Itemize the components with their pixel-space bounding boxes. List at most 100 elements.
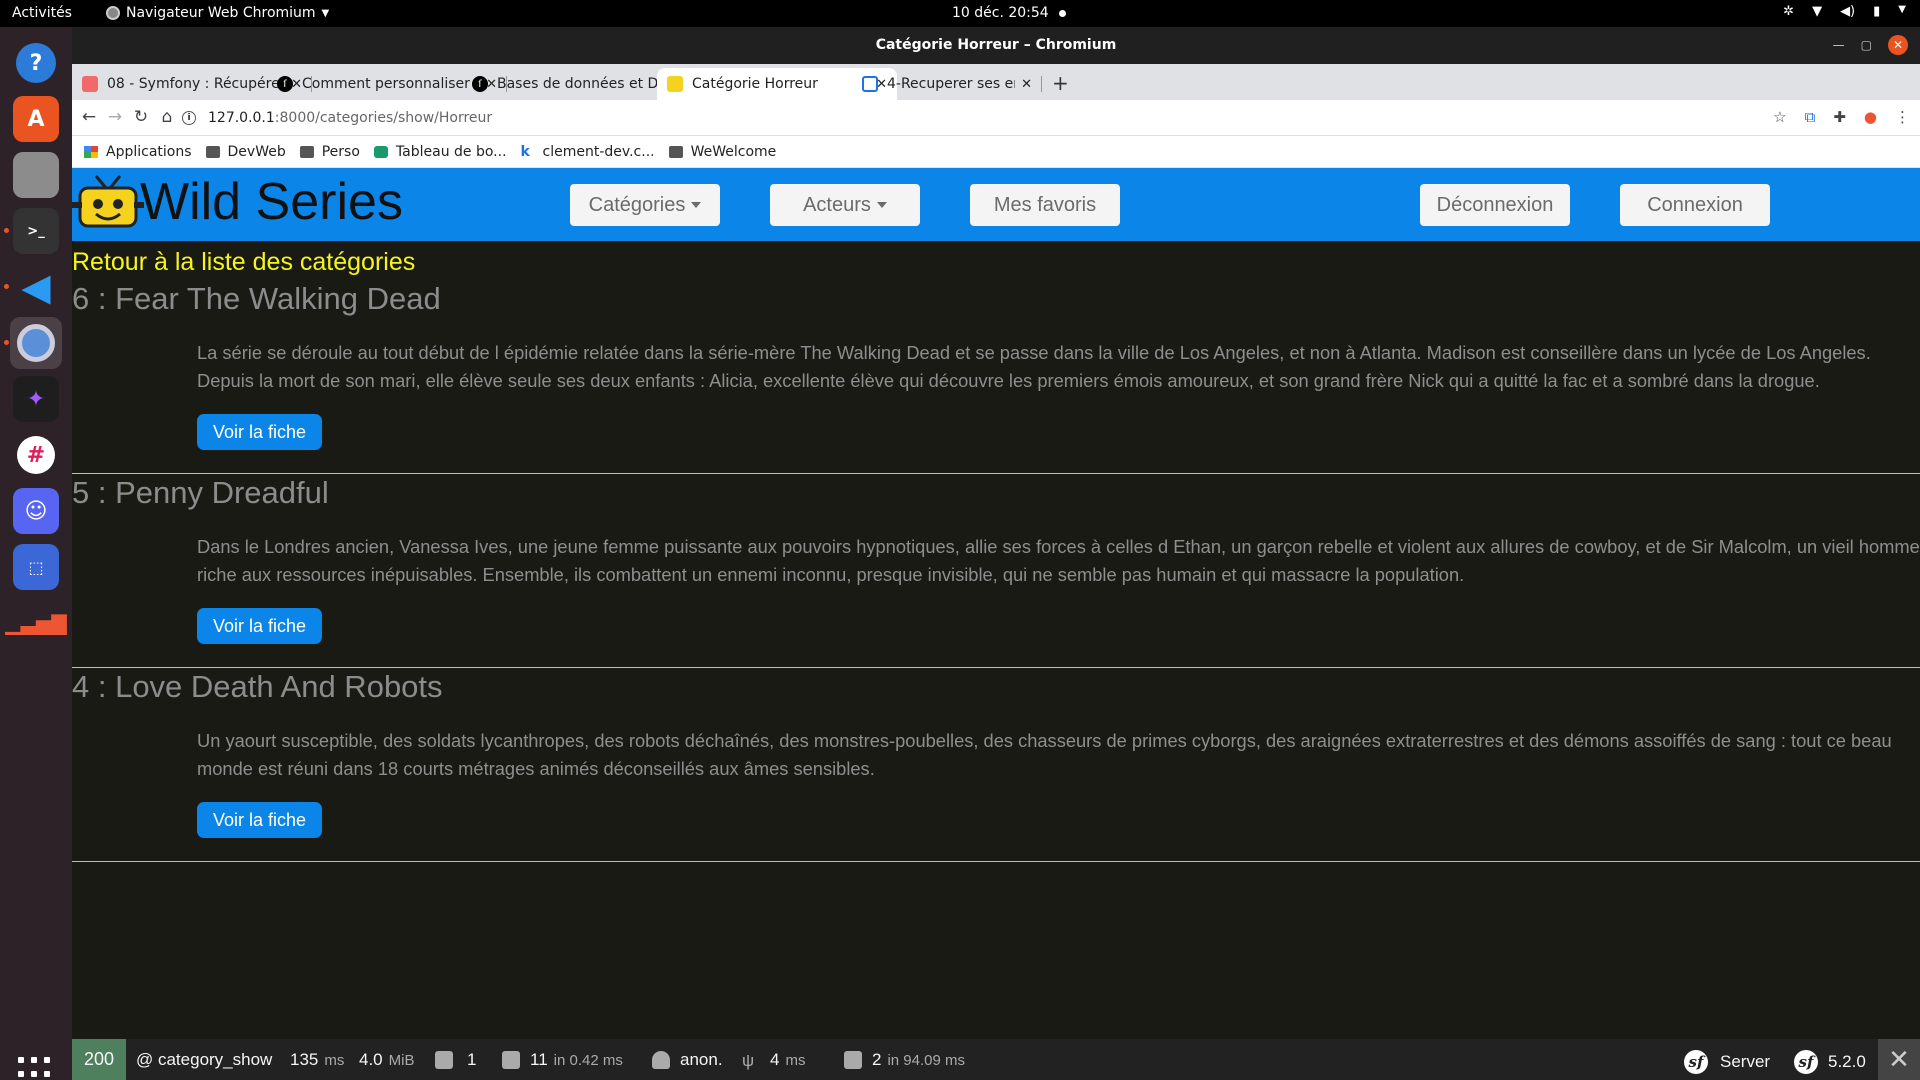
translate-icon[interactable]: ⧉ [1805, 108, 1816, 126]
status-code-badge[interactable]: 200 [72, 1039, 126, 1080]
categories-dropdown[interactable]: Catégories [570, 184, 720, 226]
database-panel[interactable]: 2 in 94.09 ms [844, 1050, 965, 1070]
dock-terminal[interactable]: >_ [4, 205, 62, 257]
recording-dot-icon [1058, 9, 1066, 17]
symfony-icon: sf [1794, 1050, 1818, 1074]
clock-label: 10 déc. 20:54 [952, 5, 1049, 21]
favorites-button[interactable]: Mes favoris [970, 184, 1120, 226]
app-menu[interactable]: Navigateur Web Chromium ▼ [106, 5, 329, 21]
cache-panel[interactable]: 11 in 0.42 ms [502, 1050, 623, 1070]
dock-screenshot[interactable]: ⬚ [10, 541, 62, 593]
cache-layers-icon [502, 1051, 520, 1069]
bookmark-perso[interactable]: Perso [299, 143, 360, 160]
view-serie-button[interactable]: Voir la fiche [197, 414, 322, 450]
dock-slack[interactable]: # [10, 429, 62, 481]
tab-label: Catégorie Horreur [692, 76, 818, 92]
extensions-icon[interactable]: ✚ [1833, 108, 1846, 126]
twig-value: 4 [770, 1050, 780, 1069]
wifi-icon: ▼ [1812, 4, 1823, 19]
login-button[interactable]: Connexion [1620, 184, 1770, 226]
apps-grid-icon [84, 145, 98, 158]
folder-icon [668, 145, 683, 158]
version-label: 5.2.0 [1828, 1052, 1866, 1071]
terminal-icon: >_ [13, 208, 59, 254]
view-serie-button[interactable]: Voir la fiche [197, 802, 322, 838]
back-to-categories-link[interactable]: Retour à la liste des catégories [72, 248, 415, 277]
dock-discord[interactable]: ☺ [10, 485, 62, 537]
serie-card: 4 : Love Death And Robots Un yaourt susc… [72, 669, 1920, 862]
db-unit: in 94.09 ms [887, 1051, 966, 1069]
home-icon[interactable]: ⌂ [150, 107, 184, 127]
network-settings-icon: ✲ [1783, 4, 1795, 19]
logs-panel[interactable]: 1 [435, 1050, 476, 1070]
clock[interactable]: 10 déc. 20:54 [952, 5, 1066, 21]
show-applications-icon[interactable] [18, 1057, 52, 1080]
nav-label: Mes favoris [993, 193, 1097, 216]
menu-kebab-icon[interactable]: ⋮ [1895, 108, 1910, 126]
files-icon [13, 152, 59, 198]
time-unit: ms [324, 1051, 345, 1069]
logs-count: 1 [467, 1050, 477, 1069]
battery-icon: ▮ [1873, 4, 1881, 19]
bookmark-label: Perso [321, 143, 360, 160]
profile-avatar-icon[interactable]: ● [1864, 108, 1877, 126]
site-info-icon[interactable]: i [182, 111, 196, 125]
dock-vscode[interactable]: ◀ [4, 261, 62, 313]
slack-icon: # [17, 436, 55, 474]
serie-summary: Un yaourt susceptible, des soldats lycan… [197, 730, 1892, 779]
database-icon [844, 1051, 862, 1069]
dock-help[interactable]: ? [10, 37, 62, 89]
figma-icon: ✦ [13, 376, 59, 422]
memory-panel[interactable]: 4.0 MiB [359, 1050, 414, 1070]
twig-icon: ψ [742, 1051, 755, 1070]
vscode-icon: ◀ [21, 265, 51, 309]
bookmark-tableau[interactable]: Tableau de bo... [373, 144, 507, 160]
maximize-icon[interactable]: ▢ [1861, 38, 1872, 52]
close-window-icon[interactable]: ✕ [1888, 35, 1908, 55]
security-panel[interactable]: anon. [652, 1050, 723, 1070]
view-serie-button[interactable]: Voir la fiche [197, 608, 322, 644]
close-toolbar-icon[interactable]: ✕ [1878, 1039, 1920, 1080]
tab-label: 4-Recuperer ses entités - S [887, 76, 1015, 92]
new-tab-icon[interactable]: + [1052, 71, 1069, 95]
tab-recuperer-entites[interactable]: 4-Recuperer ses entités - S ✕ [852, 68, 1042, 100]
bookmark-applications[interactable]: Applications [84, 144, 192, 160]
serie-card: 5 : Penny Dreadful Dans le Londres ancie… [72, 475, 1920, 668]
bookmark-star-icon[interactable]: ☆ [1773, 108, 1786, 126]
activities-button[interactable]: Activités [12, 5, 72, 21]
dock-chromium[interactable] [4, 317, 62, 369]
ubuntu-dock: ? A >_ ◀ ✦ # ☺ ⬚ ▁▃▅▇ [0, 27, 72, 1080]
nav-label: Déconnexion [1436, 193, 1554, 216]
time-panel[interactable]: 135 ms [290, 1050, 344, 1070]
twig-panel[interactable]: ψ 4 ms [742, 1050, 805, 1070]
web-page: Wild Series Catégories Acteurs Mes favor… [72, 168, 1920, 1061]
site-logo[interactable]: Wild Series [72, 172, 403, 232]
bookmarks-bar: Applications DevWeb Perso Tableau de bo.… [72, 136, 1920, 168]
symfony-icon: ſ [277, 76, 293, 92]
window-controls: — ▢ ✕ [1833, 35, 1908, 55]
window-title: Catégorie Horreur – Chromium [875, 37, 1117, 53]
bookmark-clement-dev[interactable]: k clement-dev.c... [521, 144, 655, 160]
actors-dropdown[interactable]: Acteurs [770, 184, 920, 226]
serie-heading: 6 : Fear The Walking Dead [72, 281, 441, 316]
user-icon [652, 1051, 670, 1069]
folder-icon [205, 145, 220, 158]
route-info[interactable]: @ category_show [136, 1050, 272, 1070]
address-bar[interactable]: i 127.0.0.1:8000/categories/show/Horreur [182, 103, 1802, 133]
time-value: 135 [290, 1050, 319, 1069]
system-tray[interactable]: ✲ ▼ ◀) ▮ ▼ [1783, 4, 1906, 19]
server-panel[interactable]: sf Server [1684, 1050, 1770, 1074]
bookmark-devweb[interactable]: DevWeb [205, 144, 286, 160]
chevron-down-icon: ▼ [321, 7, 330, 19]
dock-figma[interactable]: ✦ [10, 373, 62, 425]
minimize-icon[interactable]: — [1833, 38, 1845, 52]
nav-label: Acteurs [803, 193, 871, 216]
dock-software[interactable]: A [10, 93, 62, 145]
logout-button[interactable]: Déconnexion [1420, 184, 1570, 226]
dock-equalizer[interactable]: ▁▃▅▇ [5, 597, 67, 649]
dock-files[interactable] [10, 149, 62, 201]
window-titlebar: Catégorie Horreur – Chromium — ▢ ✕ [72, 27, 1920, 64]
close-tab-icon[interactable]: ✕ [1021, 77, 1032, 92]
version-panel[interactable]: sf 5.2.0 [1794, 1050, 1866, 1074]
bookmark-wewelcome[interactable]: WeWelcome [668, 144, 776, 160]
